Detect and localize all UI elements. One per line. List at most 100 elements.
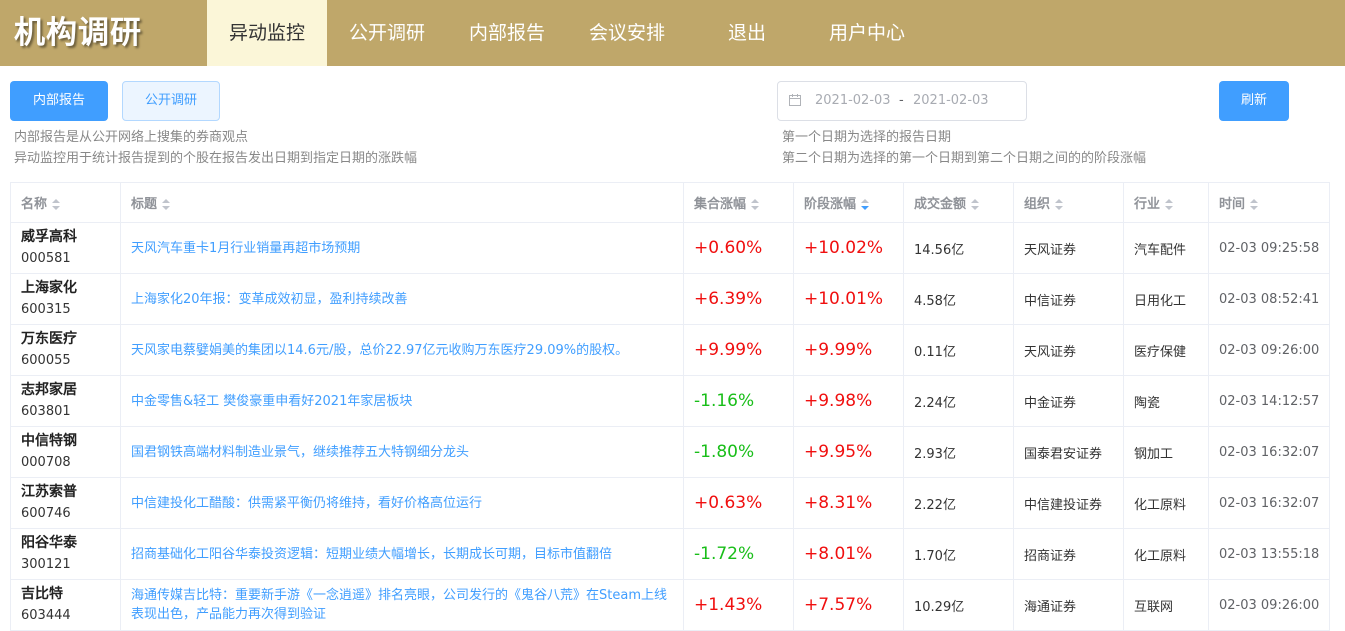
title-cell: 海通传媒吉比特：重要新手游《一念逍遥》排名亮眼，公司发行的《鬼谷八荒》在Stea… [120, 579, 684, 631]
table-row: 万东医疗 600055 天风家电蔡嬖娟美的集团以14.6元/股，总价22.97亿元… [10, 324, 1330, 376]
stock-name: 中信特钢 [21, 433, 77, 449]
nav-tab-internal-report[interactable]: 内部报告 [447, 0, 567, 66]
trade-amount: 2.93亿 [914, 446, 956, 462]
org-cell: 天风证券 [1013, 222, 1124, 274]
sort-icon[interactable] [1165, 198, 1174, 211]
column-header-period-change[interactable]: 阶段涨幅 [793, 182, 904, 223]
column-header-label: 名称 [21, 197, 48, 212]
stock-name: 志邦家居 [21, 382, 77, 398]
period-change-cell: +7.57% [793, 579, 904, 631]
column-header-title[interactable]: 标题 [120, 182, 684, 223]
column-header-amount[interactable]: 成交金额 [903, 182, 1014, 223]
period-change: +8.31% [804, 493, 873, 513]
trade-amount: 2.22亿 [914, 497, 956, 513]
org-cell: 中金证券 [1013, 375, 1124, 427]
column-header-org[interactable]: 组织 [1013, 182, 1124, 223]
stock-code: 603444 [21, 608, 71, 623]
title-cell: 上海家化20年报：变革成效初显，盈利持续改善 [120, 273, 684, 325]
sort-icon[interactable] [971, 198, 980, 211]
nav-tab-logout[interactable]: 退出 [687, 0, 807, 66]
org-cell: 招商证券 [1013, 528, 1124, 580]
auction-change-cell: +9.99% [683, 324, 794, 376]
auction-change: +1.43% [694, 595, 763, 615]
date-range-picker[interactable]: 2021-02-03 - 2021-02-03 [777, 81, 1027, 121]
column-header-auction-change[interactable]: 集合涨幅 [683, 182, 794, 223]
org-name: 招商证券 [1024, 548, 1077, 564]
sort-desc-icon[interactable] [861, 198, 870, 211]
column-header-name[interactable]: 名称 [10, 182, 121, 223]
industry-name: 互联网 [1134, 599, 1174, 615]
trade-amount: 1.70亿 [914, 548, 956, 564]
sort-icon[interactable] [1250, 198, 1259, 211]
refresh-button[interactable]: 刷新 [1219, 81, 1289, 121]
industry-cell: 陶瓷 [1123, 375, 1209, 427]
report-title-link[interactable]: 招商基础化工阳谷华泰投资逻辑：短期业绩大幅增长，长期成长可期，目标市值翻倍 [131, 545, 683, 564]
title-cell: 招商基础化工阳谷华泰投资逻辑：短期业绩大幅增长，长期成长可期，目标市值翻倍 [120, 528, 684, 580]
report-time: 02-03 16:32:07 [1219, 495, 1320, 511]
industry-name: 日用化工 [1134, 293, 1187, 309]
stock-name: 吉比特 [21, 586, 63, 602]
report-title-link[interactable]: 海通传媒吉比特：重要新手游《一念逍遥》排名亮眼，公司发行的《鬼谷八荒》在Stea… [131, 586, 683, 624]
sort-icon[interactable] [52, 198, 61, 211]
amount-cell: 10.29亿 [903, 579, 1014, 631]
time-cell: 02-03 16:32:07 [1208, 426, 1330, 478]
auction-change: +0.63% [694, 493, 763, 513]
date-start-input[interactable]: 2021-02-03 [815, 82, 891, 120]
column-header-industry[interactable]: 行业 [1123, 182, 1209, 223]
amount-cell: 2.22亿 [903, 477, 1014, 529]
stock-code: 600746 [21, 506, 71, 521]
date-end-input[interactable]: 2021-02-03 [913, 82, 989, 120]
org-cell: 中信证券 [1013, 273, 1124, 325]
amount-cell: 4.58亿 [903, 273, 1014, 325]
org-name: 中金证券 [1024, 395, 1077, 411]
industry-cell: 化工原料 [1123, 528, 1209, 580]
nav-tab-meeting-schedule[interactable]: 会议安排 [567, 0, 687, 66]
column-header-time[interactable]: 时间 [1208, 182, 1330, 223]
time-cell: 02-03 08:52:41 [1208, 273, 1330, 325]
auction-change-cell: +6.39% [683, 273, 794, 325]
auction-change: +6.39% [694, 289, 763, 309]
nav-tab-anomaly-monitor[interactable]: 异动监控 [207, 0, 327, 66]
time-cell: 02-03 09:26:00 [1208, 324, 1330, 376]
org-name: 天风证券 [1024, 242, 1077, 258]
industry-cell: 钢加工 [1123, 426, 1209, 478]
hint-left-1: 内部报告是从公开网络上搜集的券商观点 [14, 130, 249, 145]
sort-icon[interactable] [162, 198, 171, 211]
org-cell: 海通证券 [1013, 579, 1124, 631]
industry-cell: 化工原料 [1123, 477, 1209, 529]
period-change-cell: +9.98% [793, 375, 904, 427]
sort-icon[interactable] [751, 198, 760, 211]
auction-change-cell: +1.43% [683, 579, 794, 631]
report-title-link[interactable]: 天风家电蔡嬖娟美的集团以14.6元/股，总价22.97亿元收购万东医疗29.09… [131, 341, 683, 360]
org-name: 海通证券 [1024, 599, 1077, 615]
trade-amount: 2.24亿 [914, 395, 956, 411]
report-title-link[interactable]: 中信建投化工醋酸：供需紧平衡仍将维持，看好价格高位运行 [131, 494, 683, 513]
column-header-label: 成交金额 [914, 197, 967, 212]
amount-cell: 2.93亿 [903, 426, 1014, 478]
report-title-link[interactable]: 上海家化20年报：变革成效初显，盈利持续改善 [131, 290, 683, 309]
column-header-label: 时间 [1219, 197, 1246, 212]
trade-amount: 14.56亿 [914, 242, 965, 258]
anomaly-table: 名称 标题 集合涨幅 阶段涨幅 成交金额 组织 行业 时间 威孚高科 000581… [10, 182, 1330, 631]
table-row: 志邦家居 603801 中金零售&轻工 樊俊豪重申看好2021年家居板块 -1.1… [10, 375, 1330, 427]
report-time: 02-03 16:32:07 [1219, 444, 1320, 460]
nav-tab-public-research[interactable]: 公开调研 [327, 0, 447, 66]
public-research-button[interactable]: 公开调研 [122, 81, 220, 121]
stock-code: 603801 [21, 404, 71, 419]
sort-icon[interactable] [1055, 198, 1064, 211]
period-change-cell: +9.99% [793, 324, 904, 376]
internal-report-button[interactable]: 内部报告 [10, 81, 108, 121]
org-name: 中信证券 [1024, 293, 1077, 309]
stock-name: 江苏索普 [21, 484, 77, 500]
stock-cell: 上海家化 600315 [10, 273, 121, 325]
report-title-link[interactable]: 国君钢铁高端材料制造业景气，继续推荐五大特钢细分龙头 [131, 443, 683, 462]
stock-cell: 中信特钢 000708 [10, 426, 121, 478]
column-header-label: 标题 [131, 197, 158, 212]
nav-tab-user-center[interactable]: 用户中心 [807, 0, 927, 66]
auction-change-cell: -1.72% [683, 528, 794, 580]
report-title-link[interactable]: 中金零售&轻工 樊俊豪重申看好2021年家居板块 [131, 392, 683, 411]
trade-amount: 4.58亿 [914, 293, 956, 309]
industry-cell: 汽车配件 [1123, 222, 1209, 274]
report-title-link[interactable]: 天风汽车重卡1月行业销量再超市场预期 [131, 239, 683, 258]
stock-cell: 阳谷华泰 300121 [10, 528, 121, 580]
